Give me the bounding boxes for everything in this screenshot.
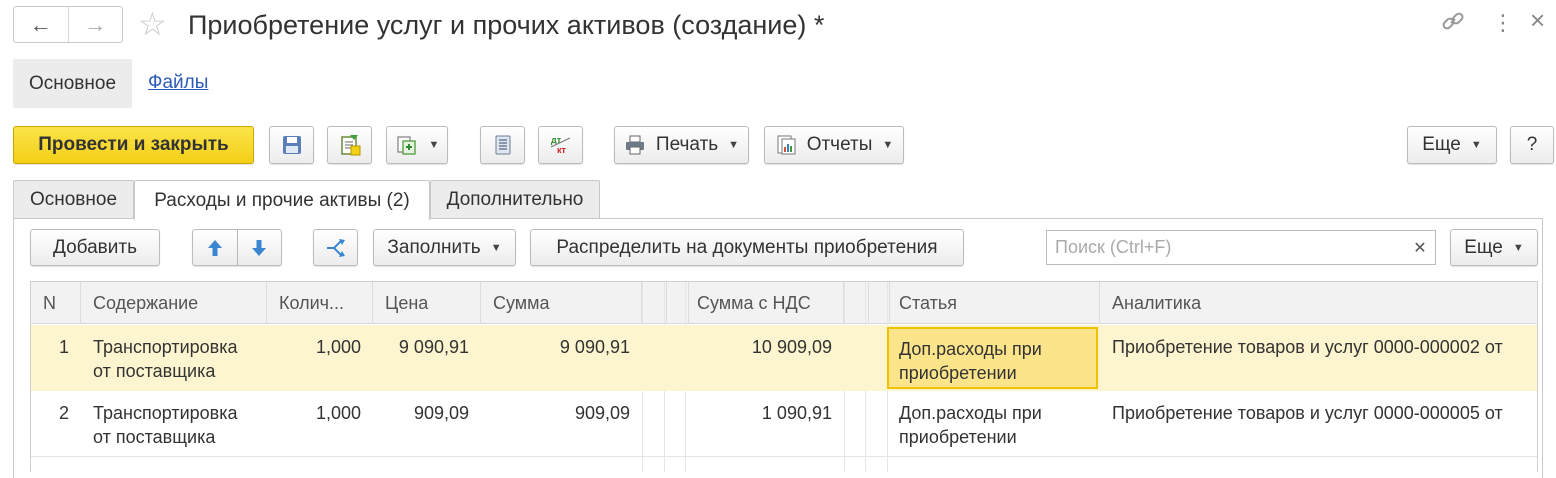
cell-n: 2 <box>58 403 69 423</box>
column-header-n[interactable]: N <box>31 282 81 324</box>
column-header-quantity[interactable]: Колич... <box>267 282 373 324</box>
cell-n: 1 <box>58 337 69 357</box>
post-and-close-button[interactable]: Провести и закрыть <box>13 126 254 164</box>
document-structure-button[interactable] <box>480 126 525 164</box>
debit-credit-icon: дт кт <box>548 133 574 157</box>
arrow-left-icon: ← <box>29 11 52 37</box>
table-more-button[interactable]: Еще ▼ <box>1450 229 1538 266</box>
dropdown-caret-icon: ▼ <box>428 139 440 151</box>
expenses-table: N Содержание Колич... Цена Сумма Сумма с… <box>30 281 1538 472</box>
move-up-button[interactable] <box>192 229 238 266</box>
print-label: Печать <box>655 134 719 155</box>
cell-quantity[interactable]: 1,000 <box>267 325 373 391</box>
tab-expenses[interactable]: Расходы и прочие активы (2) <box>134 180 430 220</box>
column-header-analytics[interactable]: Аналитика <box>1100 282 1537 324</box>
svg-text:дт: дт <box>551 135 562 145</box>
post-button[interactable] <box>327 126 372 164</box>
split-arrows-icon <box>324 237 348 259</box>
dropdown-caret-icon: ▼ <box>882 139 894 151</box>
svg-text:кт: кт <box>557 145 567 155</box>
table-more-label: Еще <box>1464 236 1503 258</box>
post-document-icon <box>338 133 362 157</box>
add-button[interactable]: Добавить <box>30 229 160 266</box>
more-button[interactable]: Еще ▼ <box>1407 126 1497 164</box>
link-icon[interactable] <box>1440 8 1466 42</box>
back-button[interactable]: ← <box>14 7 68 42</box>
table-row[interactable]: 2 Транспортировка от поставщика 1,000 90… <box>31 391 1537 457</box>
move-down-button[interactable] <box>237 229 282 266</box>
table-row[interactable]: 1 Транспортировка от поставщика 1,000 9 … <box>31 325 1537 391</box>
section-files-link[interactable]: Файлы <box>148 72 208 94</box>
dropdown-caret-icon: ▼ <box>1470 139 1482 151</box>
more-vertical-icon[interactable]: ⋮ <box>1492 8 1514 38</box>
cell-price[interactable]: 9 090,91 <box>373 325 481 391</box>
forward-button[interactable]: → <box>67 7 123 42</box>
fill-label: Заполнить <box>387 236 481 258</box>
print-button[interactable]: Печать ▼ <box>614 126 749 164</box>
arrow-up-icon <box>207 239 223 257</box>
more-label: Еще <box>1422 134 1461 155</box>
cell-content[interactable]: Транспортировка от поставщика <box>81 325 267 391</box>
column-header-content[interactable]: Содержание <box>81 282 267 324</box>
move-buttons <box>192 229 282 266</box>
help-button[interactable]: ? <box>1510 126 1554 164</box>
cell-sum-vat[interactable]: 10 909,09 <box>685 325 844 391</box>
dropdown-caret-icon: ▼ <box>1512 241 1524 254</box>
dropdown-caret-icon: ▼ <box>728 139 740 151</box>
clear-search-icon[interactable]: ✕ <box>1405 231 1435 264</box>
fill-button[interactable]: Заполнить ▼ <box>373 229 516 266</box>
arrow-right-icon: → <box>84 11 107 37</box>
cell-content[interactable]: Транспортировка от поставщика <box>81 391 267 457</box>
cell-analytics[interactable]: Приобретение товаров и услуг 0000-000002… <box>1100 325 1537 391</box>
create-based-on-icon <box>395 134 419 156</box>
cell-price[interactable]: 909,09 <box>373 391 481 457</box>
navigation-buttons: ← → <box>13 6 123 43</box>
distribute-button[interactable]: Распределить на документы приобретения <box>530 229 964 266</box>
cell-sum-vat[interactable]: 1 090,91 <box>685 391 844 457</box>
cell-analytics[interactable]: Приобретение товаров и услуг 0000-000005… <box>1100 391 1537 457</box>
reports-label: Отчеты <box>806 134 873 155</box>
column-header-article[interactable]: Статья <box>887 282 1100 324</box>
list-structure-icon <box>493 134 513 156</box>
close-icon[interactable]: × <box>1530 5 1545 35</box>
tab-main[interactable]: Основное <box>13 180 134 219</box>
dropdown-caret-icon: ▼ <box>490 241 502 254</box>
cell-article-focused[interactable]: Доп.расходы при приобретении <box>887 327 1098 389</box>
arrow-down-icon <box>251 239 267 257</box>
cell-quantity[interactable]: 1,000 <box>267 391 373 457</box>
search-box: ✕ <box>1046 230 1436 265</box>
printer-icon <box>624 135 646 155</box>
column-header-price[interactable]: Цена <box>373 282 481 324</box>
dt-kt-postings-button[interactable]: дт кт <box>538 126 583 164</box>
cell-sum[interactable]: 909,09 <box>481 391 642 457</box>
table-header: N Содержание Колич... Цена Сумма Сумма с… <box>31 282 1537 324</box>
reports-button[interactable]: Отчеты ▼ <box>764 126 904 164</box>
search-input[interactable] <box>1047 231 1405 264</box>
distribute-icon-button[interactable] <box>313 229 358 266</box>
cell-article[interactable]: Доп.расходы при приобретении <box>887 391 1100 457</box>
cell-sum[interactable]: 9 090,91 <box>481 325 642 391</box>
create-based-on-button[interactable]: ▼ <box>386 126 448 164</box>
save-button[interactable] <box>269 126 314 164</box>
section-main[interactable]: Основное <box>13 59 132 108</box>
tab-additional[interactable]: Дополнительно <box>430 180 600 219</box>
floppy-disk-icon <box>281 134 303 156</box>
column-header-sum[interactable]: Сумма <box>481 282 642 324</box>
reports-icon <box>775 134 797 156</box>
window-title: Приобретение услуг и прочих активов (соз… <box>188 10 825 40</box>
favorite-star-icon[interactable]: ☆ <box>138 4 167 44</box>
column-header-sum-vat[interactable]: Сумма с НДС <box>685 282 844 324</box>
